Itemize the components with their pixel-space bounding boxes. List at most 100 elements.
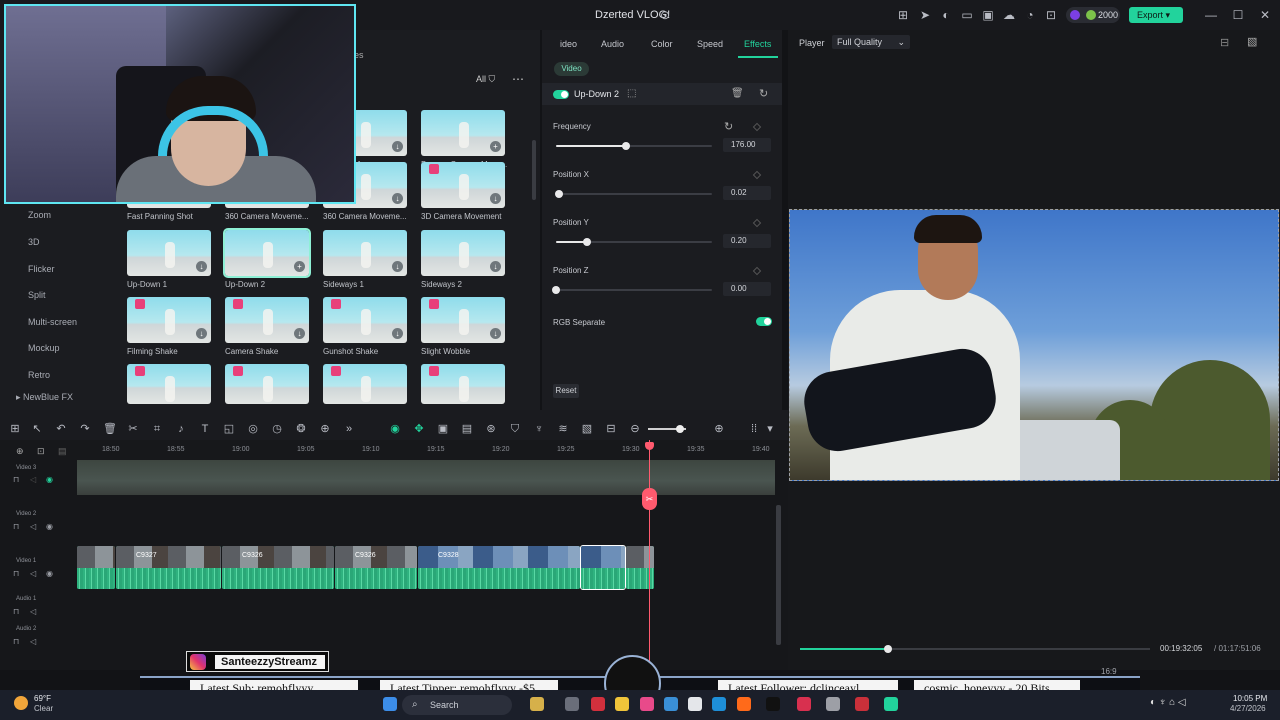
effects-icon[interactable]: ▧ [581, 423, 593, 435]
effect-thumbnail[interactable]: ↓ [421, 297, 505, 343]
weather-icon[interactable] [14, 696, 28, 710]
app-icon[interactable] [591, 697, 605, 711]
effect-thumbnail[interactable]: ↓ [127, 230, 211, 276]
headset-icon[interactable]: ◔ [1023, 8, 1037, 22]
sidebar-item-newblue-fx[interactable]: ▸ NewBlue FX [16, 392, 73, 403]
position-y-slider-knob[interactable] [583, 238, 592, 246]
position-y-slider[interactable] [556, 238, 712, 246]
weather-description[interactable]: Clear [34, 704, 53, 713]
download-icon[interactable]: ↓ [392, 328, 403, 339]
browser-icon[interactable] [664, 697, 678, 711]
position-x-slider[interactable] [555, 190, 712, 198]
effect-thumbnail[interactable]: ↓ [225, 297, 309, 343]
keyframe-position-y-icon[interactable] [752, 218, 762, 228]
clock-time[interactable]: 10:05 PM [1233, 694, 1267, 703]
download-icon[interactable]: ↓ [490, 261, 501, 272]
more-tools-icon[interactable]: » [343, 423, 355, 435]
playhead[interactable] [649, 440, 650, 672]
layout-icon[interactable]: ▭ [960, 8, 974, 22]
lock-icon[interactable]: ⊓ [13, 569, 19, 578]
tab-video[interactable]: ideo [560, 39, 577, 49]
zoom-in-icon[interactable]: ⊕ [713, 423, 725, 435]
eye-icon[interactable]: ◉ [46, 522, 53, 531]
timeline-scrollbar[interactable] [776, 505, 781, 645]
export-button[interactable]: Export ▾ [1129, 7, 1183, 23]
lightbulb-icon[interactable]: ◐ [939, 8, 953, 22]
position-z-slider-knob[interactable] [552, 286, 560, 294]
lock-icon[interactable]: ⊓ [13, 607, 19, 616]
timeline-tracks[interactable]: Video 3 ⊓ ◁ ◉ Video 2 ⊓ ◁ ◉ Video 1 ⊓ ◁ … [0, 460, 788, 670]
effect-thumbnail[interactable]: ↓ [323, 297, 407, 343]
sidebar-item-multi-screen[interactable]: Multi-screen [28, 317, 77, 327]
trash-icon[interactable]: 🗑 [731, 88, 744, 99]
video-clip[interactable]: C9326 [222, 546, 334, 589]
marker-icon[interactable]: ⊛ [485, 423, 497, 435]
text-icon[interactable]: T [199, 423, 211, 435]
effect-info-icon[interactable]: ⬚ [627, 88, 636, 99]
magnet-icon[interactable]: ✥ [413, 423, 425, 435]
tray-icons[interactable]: ◐ ♆ ⌂ ◁ [1150, 697, 1186, 708]
video-clip[interactable]: C9327 [116, 546, 221, 589]
frequency-slider[interactable] [556, 142, 712, 150]
download-icon[interactable]: ↓ [392, 141, 403, 152]
rgb-separate-toggle[interactable] [756, 317, 772, 326]
maximize-icon[interactable]: ☐ [1231, 8, 1245, 22]
video-clip[interactable] [580, 545, 626, 590]
library-scrollbar[interactable] [532, 140, 536, 200]
track-manager-icon[interactable]: ▤ [58, 446, 67, 457]
video-clip[interactable] [77, 546, 115, 589]
reset-effect-icon[interactable]: ↻ [759, 87, 768, 100]
effect-thumbnail[interactable] [323, 364, 407, 404]
lock-icon[interactable]: ⊓ [13, 475, 19, 484]
transform-icon[interactable]: ◱ [223, 423, 235, 435]
chevron-down-icon[interactable]: ▾ [764, 423, 776, 435]
quality-select[interactable]: Full Quality ⌄ [832, 35, 910, 49]
reset-frequency-icon[interactable]: ↻ [724, 120, 733, 133]
effect-thumbnail[interactable]: + [421, 110, 505, 156]
snapshot-icon[interactable]: ▧ [1247, 35, 1257, 48]
sidebar-item-3d[interactable]: 3D [28, 237, 40, 247]
effect-thumbnail[interactable] [127, 364, 211, 404]
undo-icon[interactable]: ↶ [55, 423, 67, 435]
link-icon[interactable]: ⊡ [37, 446, 45, 457]
position-z-value[interactable]: 0.00 [723, 282, 771, 296]
position-y-value[interactable]: 0.20 [723, 234, 771, 248]
filter-all[interactable]: All ⛉ [476, 74, 495, 85]
download-icon[interactable]: ↓ [392, 261, 403, 272]
timeline-ruler[interactable]: ⊕ ⊡ ▤ 18:50 18:55 19:00 19:05 19:10 19:15 19:2… [0, 440, 788, 460]
shield-icon[interactable]: ⛉ [509, 423, 521, 435]
color-icon[interactable]: ❂ [295, 423, 307, 435]
sidebar-item-zoom[interactable]: Zoom [28, 210, 51, 220]
delete-icon[interactable]: 🗑 [103, 423, 117, 435]
scrubber-knob[interactable] [883, 645, 892, 653]
crop-icon[interactable]: ⌗ [151, 423, 163, 435]
effect-thumbnail[interactable]: ↓ [421, 162, 505, 208]
effect-thumbnail[interactable]: + [223, 228, 311, 278]
effect-thumbnail[interactable] [225, 364, 309, 404]
redo-icon[interactable]: ↷ [79, 423, 91, 435]
download-icon[interactable]: ↓ [490, 328, 501, 339]
download-icon[interactable]: + [490, 141, 501, 152]
firefox-icon[interactable] [737, 697, 751, 711]
compare-view-icon[interactable]: ⊟ [1220, 36, 1229, 49]
lock-icon[interactable]: ⊓ [13, 522, 19, 531]
speaker-icon[interactable]: ◁ [30, 522, 36, 531]
sidebar-item-retro[interactable]: Retro [28, 370, 50, 380]
grid-icon[interactable]: ⊡ [1044, 8, 1058, 22]
keyframe-position-z-icon[interactable] [752, 266, 762, 276]
video-clip[interactable]: C9328 [418, 546, 580, 589]
fit-icon[interactable]: ⊟ [605, 423, 617, 435]
edge-icon[interactable] [712, 697, 726, 711]
tiktok-live-icon[interactable] [797, 697, 811, 711]
sidebar-item-mockup[interactable]: Mockup [28, 343, 60, 353]
filmora-icon[interactable] [884, 697, 898, 711]
playback-scrubber[interactable] [800, 645, 1150, 653]
position-x-slider-knob[interactable] [555, 190, 564, 198]
cloud-status-icon[interactable]: ⊙ [658, 8, 672, 22]
app-icon[interactable] [855, 697, 869, 711]
effect-thumbnail[interactable]: ↓ [323, 230, 407, 276]
speaker-icon[interactable]: ◁ [30, 569, 36, 578]
save-icon[interactable]: ▣ [981, 8, 995, 22]
app-icon[interactable] [640, 697, 654, 711]
frequency-slider-knob[interactable] [622, 142, 631, 150]
